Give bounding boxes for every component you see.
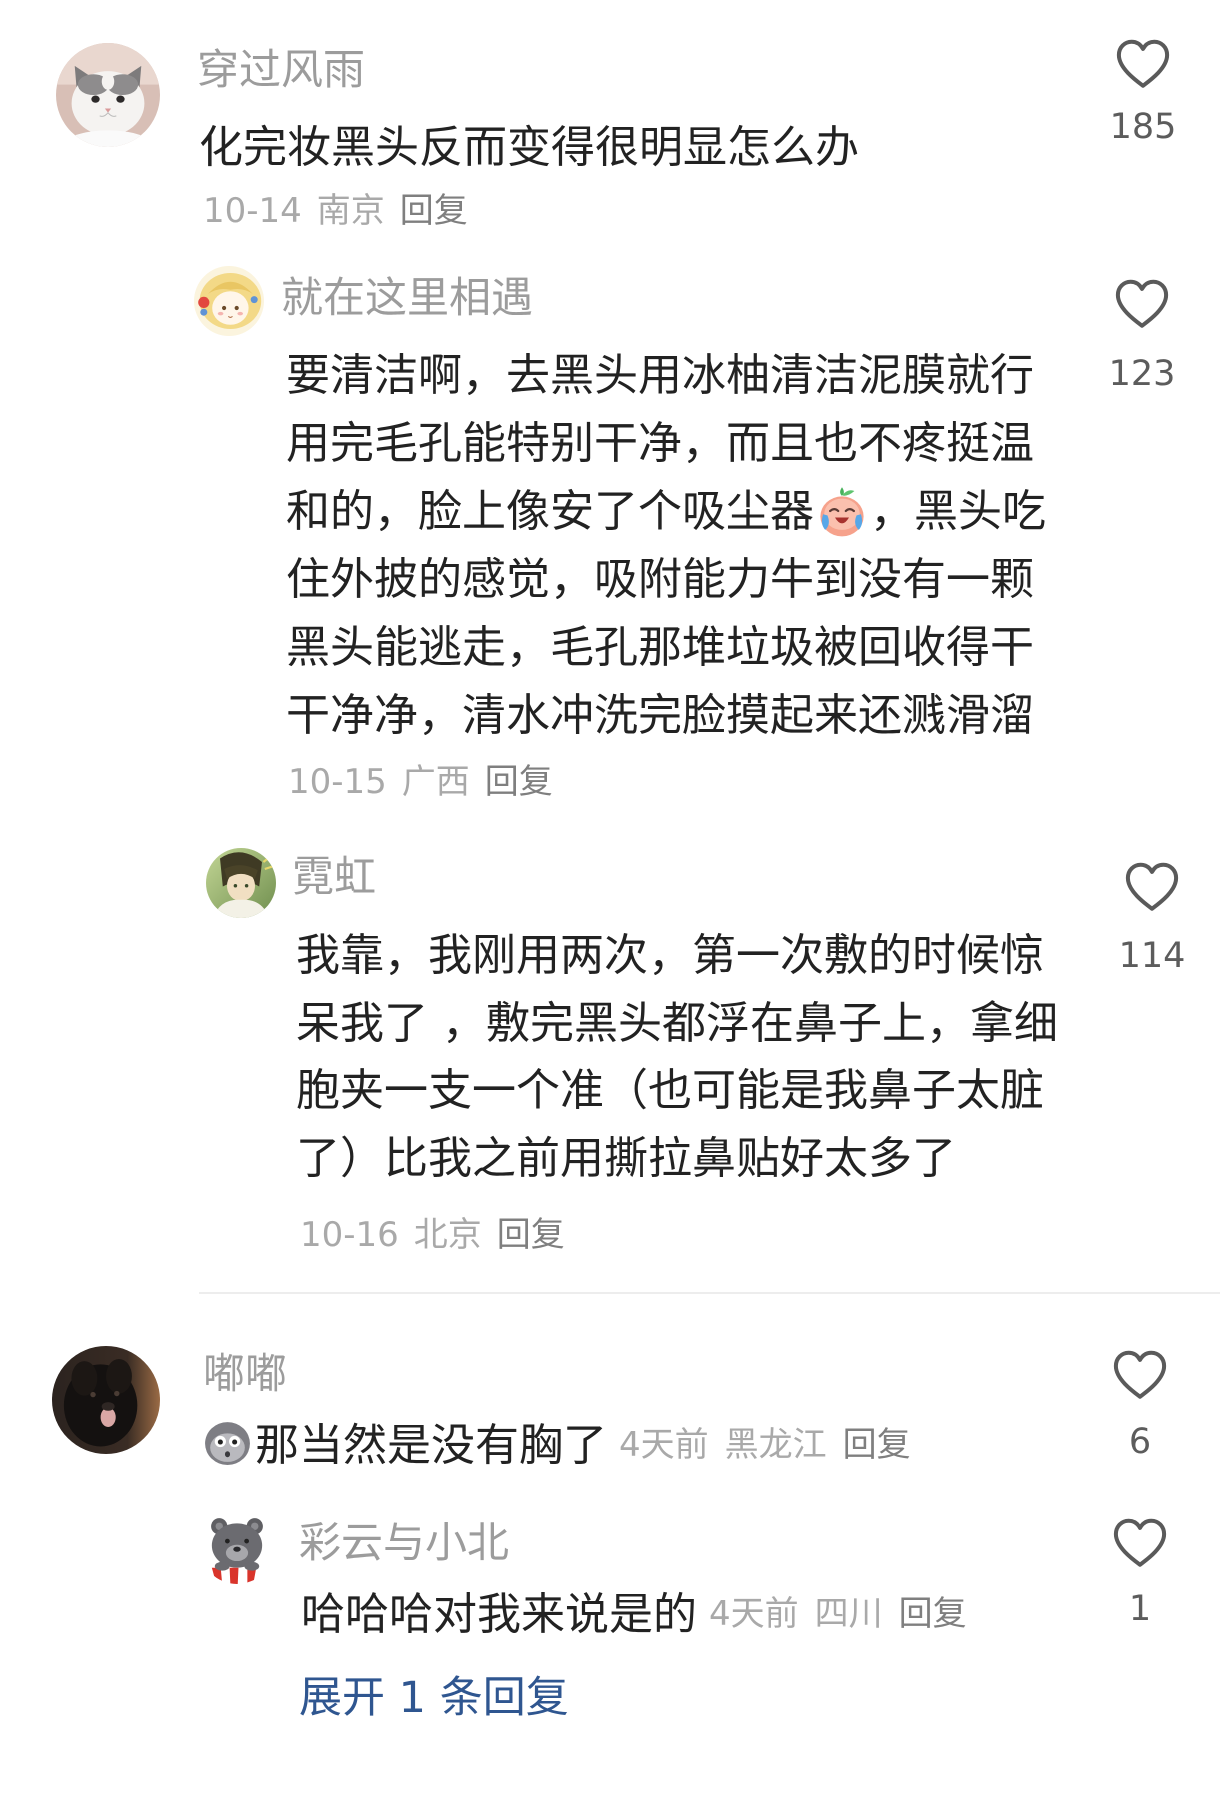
heart-outline-icon[interactable] [1111,1349,1169,1401]
comment-location: 黑龙江 [724,1424,827,1465]
comment-meta: 10-14 南京 回复 [203,189,468,233]
like-button[interactable]: 6 [1080,1349,1200,1469]
username[interactable]: 彩云与小北 [299,1518,509,1568]
username[interactable]: 嘟嘟 [203,1349,287,1399]
comment-date: 4天前 [709,1593,799,1634]
like-count: 123 [1108,354,1176,394]
like-count: 114 [1118,936,1186,976]
avatar[interactable] [194,266,264,336]
comment-text[interactable]: 我靠，我刚用两次，第一次敷的时候惊 呆我了 ，敷完黑头都浮在鼻子上，拿细 胞夹一… [296,922,1058,1192]
text-line: 我靠，我刚用两次，第一次敷的时候惊 [296,930,1044,981]
black-dog-photo-avatar-icon [52,1346,160,1454]
comment-text: 哈哈哈对我来说是的 [301,1589,697,1640]
comment-body-row[interactable]: 哈哈哈对我来说是的 4天前 四川 回复 [301,1582,967,1640]
comment-body-row[interactable]: 那当然是没有胸了 4天前 黑龙江 回复 [202,1413,911,1471]
divider [199,1292,1220,1294]
username[interactable]: 穿过风雨 [197,45,365,95]
text-line: 干净净，清水冲洗完脸摸起来还溅滑溜 [286,690,1034,741]
reply-button[interactable]: 回复 [899,1586,967,1635]
expand-replies-link[interactable]: 展开 1 条回复 [299,1673,569,1723]
comment-date: 10-16 [300,1215,399,1255]
text-line: 要清洁啊，去黑头用冰柚清洁泥膜就行 [286,350,1034,401]
reply-button[interactable]: 回复 [497,1215,565,1255]
reply-button[interactable]: 回复 [485,762,553,802]
avatar[interactable] [200,1510,274,1584]
text-line: 黑头能逃走，毛孔那堆垃圾被回收得干 [286,622,1034,673]
like-button[interactable]: 114 [1092,861,1212,981]
text-line: 胞夹一支一个准（也可能是我鼻子太脏 [296,1065,1044,1116]
like-button[interactable]: 123 [1082,278,1202,398]
reply-button[interactable]: 回复 [400,191,468,231]
heart-outline-icon[interactable] [1114,38,1172,90]
like-count: 1 [1128,1589,1152,1629]
like-button[interactable]: 1 [1080,1517,1200,1637]
anime-girl-avatar-icon [194,266,264,336]
anime-illustration-avatar-icon [206,848,276,918]
text-segment: 和的，脸上像安了个吸尘器 [286,486,814,537]
reply-button[interactable]: 回复 [843,1417,911,1466]
text-segment: ，黑头吃 [870,486,1046,537]
comment-location: 广西 [401,762,470,802]
heart-outline-icon[interactable] [1111,1517,1169,1569]
comment-meta: 10-15 广西 回复 [288,760,553,804]
like-count: 6 [1128,1422,1152,1462]
heart-outline-icon[interactable] [1123,861,1181,913]
comment-location: 北京 [413,1215,482,1255]
comment-date: 10-15 [288,762,387,802]
comment-text[interactable]: 化完妆黑头反而变得很明显怎么办 [199,120,859,176]
avatar[interactable] [52,1346,160,1454]
laugh-cry-emoji-icon [815,484,869,538]
cat-photo-avatar-icon [56,43,160,147]
comment-date: 4天前 [619,1424,709,1465]
username[interactable]: 就在这里相遇 [281,273,533,323]
comment-date: 10-14 [203,191,302,231]
username[interactable]: 霓虹 [292,852,376,902]
avatar[interactable] [206,848,276,918]
comment-list: 穿过风雨 化完妆黑头反而变得很明显怎么办 10-14 南京 回复 185 就在这… [0,0,1220,1811]
comment-text[interactable]: 要清洁啊，去黑头用冰柚清洁泥膜就行 用完毛孔能特别干净，而且也不疼挺温 和的，脸… [286,342,1046,750]
comment-location: 南京 [316,191,385,231]
text-line: 和的，脸上像安了个吸尘器 ，黑头吃 [286,478,1046,546]
grey-bear-avatar-icon [200,1510,274,1584]
like-button[interactable]: 185 [1083,38,1203,158]
text-line: 住外披的感觉，吸附能力牛到没有一颗 [286,554,1034,605]
text-line: 用完毛孔能特别干净，而且也不疼挺温 [286,418,1034,469]
text-line: 了）比我之前用撕拉鼻贴好太多了 [296,1132,956,1184]
like-count: 185 [1109,107,1177,147]
comment-meta: 10-16 北京 回复 [300,1213,565,1257]
avatar[interactable] [56,43,160,147]
shocked-face-emoji-icon [202,1416,253,1467]
comment-location: 四川 [814,1593,883,1634]
heart-outline-icon[interactable] [1113,278,1171,330]
comment-text: 那当然是没有胸了 [255,1420,607,1471]
text-line: 呆我了 ，敷完黑头都浮在鼻子上，拿细 [296,997,1058,1049]
